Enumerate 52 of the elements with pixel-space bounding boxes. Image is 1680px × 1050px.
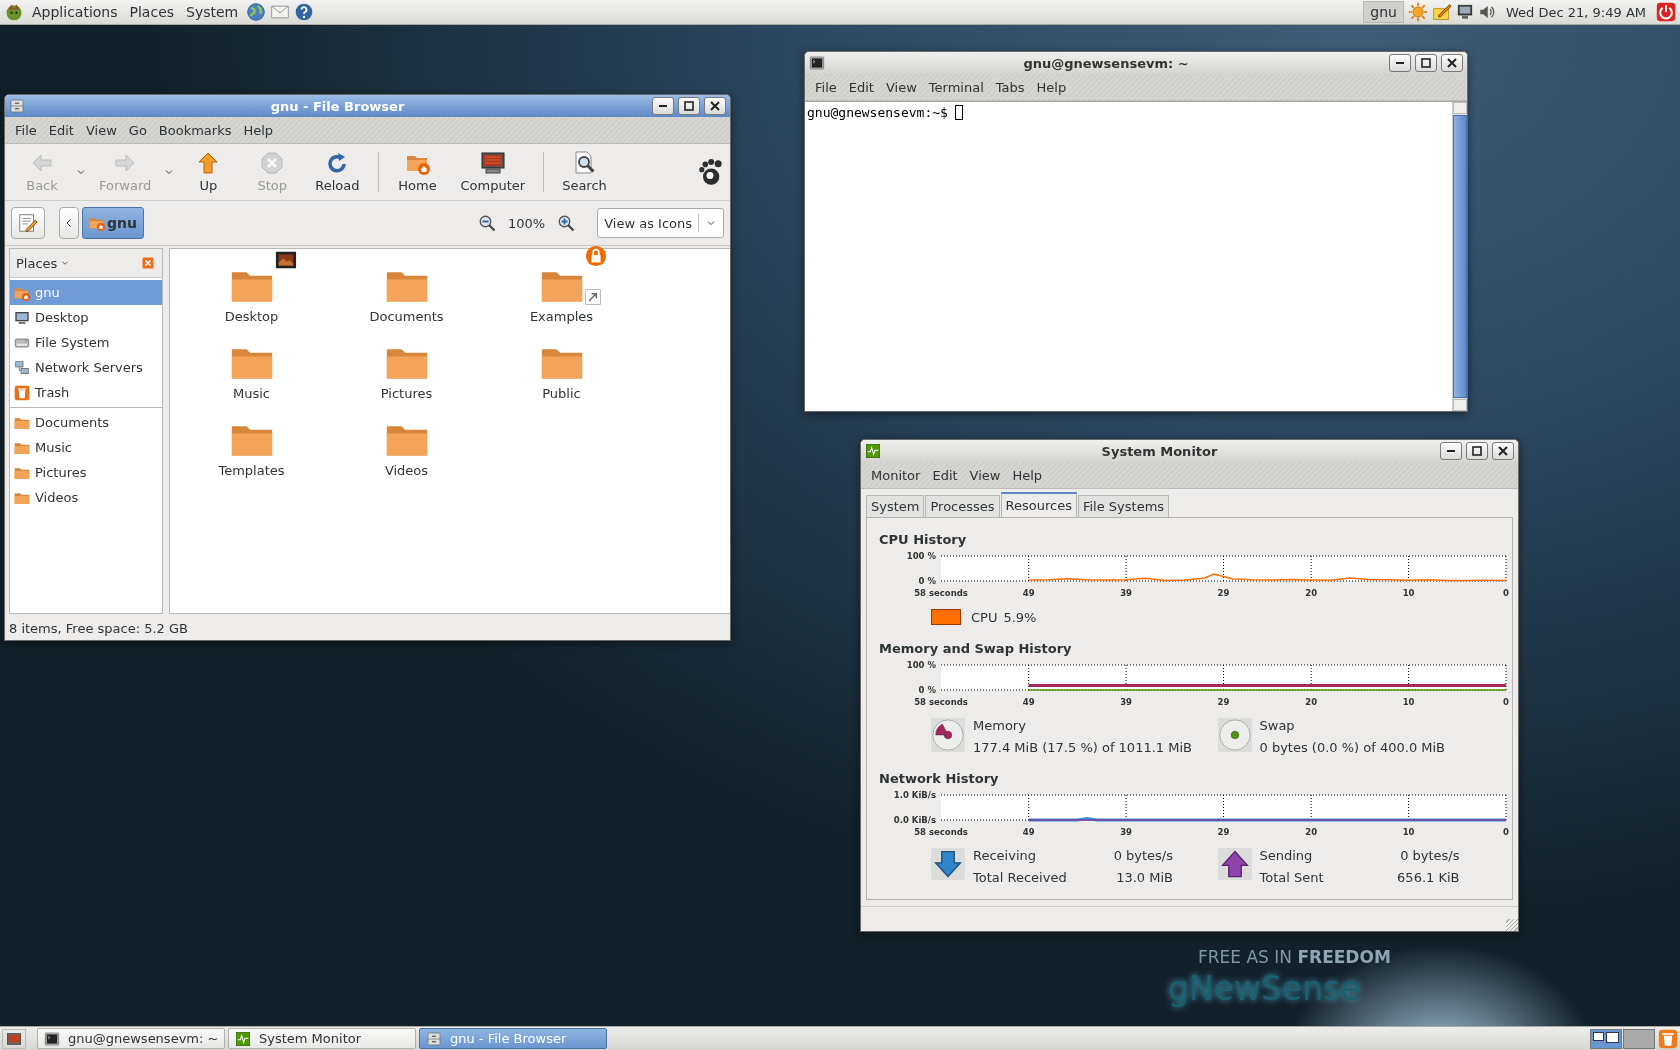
status-text: 8 items, Free space: 5.2 GB <box>9 620 188 636</box>
tick-label: 0 <box>1503 697 1509 707</box>
legend-label: Swap <box>1259 718 1296 733</box>
tick-label: 49 <box>1022 697 1035 707</box>
prompt: gnu@gnewsensevm:~$ <box>807 105 948 120</box>
axis-label: 58 seconds <box>914 588 968 598</box>
tick-label: 0 <box>1503 588 1509 598</box>
tick-label: 20 <box>1305 827 1318 837</box>
section-title: Memory and Swap History <box>879 641 1073 656</box>
legend-label: CPU <box>971 609 998 625</box>
tick-label: 20 <box>1305 588 1318 598</box>
zoom-level: 100% <box>507 215 547 231</box>
tick-label: 49 <box>1022 827 1035 837</box>
legend-value: 656.1 KiB <box>1396 870 1460 885</box>
tick-label: 10 <box>1402 588 1415 598</box>
tick-label: 0 % <box>918 576 936 586</box>
tick-label: 0.0 KiB/s <box>893 815 936 825</box>
tick-label: 0 % <box>918 685 936 695</box>
tick-label: 39 <box>1120 827 1132 837</box>
tick-label: 100 % <box>906 660 936 670</box>
window-title: gnu - File Browser <box>269 98 406 114</box>
window-title: gnu@gnewsensevm: ~ <box>1022 55 1190 71</box>
tagline: FREE AS IN FREEDOM <box>1197 947 1391 967</box>
tick-label: 29 <box>1217 588 1230 598</box>
legend-value: 0 bytes/s <box>1399 848 1460 863</box>
legend-value: 0 bytes/s <box>1112 848 1173 863</box>
legend-label: Total Sent <box>1259 870 1325 885</box>
legend-value: 5.9% <box>1003 609 1037 625</box>
tick-label: 100 % <box>906 551 936 561</box>
legend-label: Sending <box>1259 848 1314 863</box>
tick-label: 20 <box>1305 697 1318 707</box>
tick-label: 0 <box>1503 827 1509 837</box>
legend-label: Memory <box>973 718 1027 733</box>
tick-label: 39 <box>1120 588 1132 598</box>
legend-value: 13.0 MiB <box>1115 870 1173 885</box>
tick-label: 29 <box>1217 827 1230 837</box>
tick-label: 39 <box>1120 697 1132 707</box>
tick-label: 1.0 KiB/s <box>893 790 936 800</box>
logo-text: gNewSense <box>1168 969 1362 1008</box>
section-title: CPU History <box>879 532 968 547</box>
legend-value: 0 bytes (0.0 %) of 400.0 MiB <box>1259 740 1446 755</box>
legend-label: Total Received <box>973 870 1068 885</box>
tick-label: 49 <box>1022 588 1035 598</box>
axis-label: 58 seconds <box>914 697 968 707</box>
section-title: Network History <box>879 771 1000 786</box>
tick-label: 10 <box>1402 697 1415 707</box>
window-title: System Monitor <box>1100 443 1219 459</box>
tick-label: 29 <box>1217 697 1230 707</box>
legend-value: 177.4 MiB (17.5 %) of 1011.1 MiB <box>973 740 1192 755</box>
legend-label: Receiving <box>973 848 1037 863</box>
axis-label: 58 seconds <box>914 827 968 837</box>
tick-label: 10 <box>1402 827 1415 837</box>
